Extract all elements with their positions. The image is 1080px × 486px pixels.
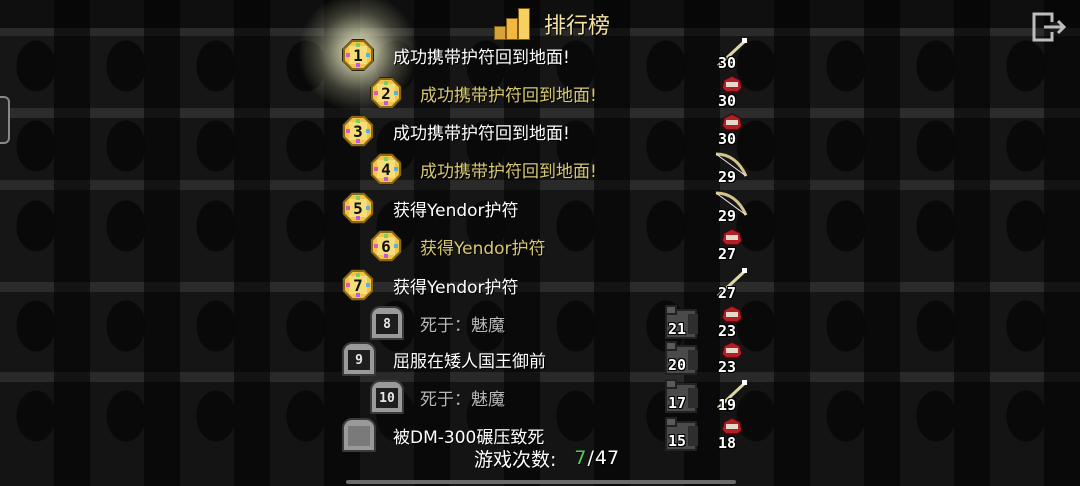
rank-number: 9 <box>348 350 370 370</box>
ranking-row[interactable]: 9 屈服在矮人国王御前 20 23 <box>0 340 1080 378</box>
record-description: 获得Yendor护符 <box>393 201 519 221</box>
amulet-rank-badge-icon: 4 <box>368 151 404 187</box>
record-description: 成功携带护符回到地面! <box>393 48 570 68</box>
hero-level: 29 <box>718 168 737 186</box>
amulet-rank-badge-icon: 3 <box>340 113 376 149</box>
amulet-rank-badge-icon: 1 <box>340 37 376 73</box>
record-description: 死于：魅魔 <box>420 390 505 410</box>
amulet-rank-badge-icon: 7 <box>340 267 376 303</box>
rogue-hood-icon: 30 <box>712 112 752 148</box>
rank-number: 8 <box>376 314 398 334</box>
amulet-rank-badge-icon: 2 <box>368 75 404 111</box>
amulet-rank-badge-icon: 5 <box>340 190 376 226</box>
scrollbar[interactable] <box>346 480 736 484</box>
dungeon-depth-icon: 20 <box>664 340 704 376</box>
staff-icon: 19 <box>712 378 752 414</box>
ranking-row[interactable]: 4 成功携带护符回到地面! 29 <box>0 150 1080 188</box>
depth-number: 15 <box>668 432 687 450</box>
bow-icon: 29 <box>712 150 752 186</box>
hero-level: 30 <box>718 54 737 72</box>
staff-icon: 27 <box>712 266 752 302</box>
ranking-row[interactable]: 5 获得Yendor护符 29 <box>0 189 1080 227</box>
rank-number: 4 <box>381 159 391 179</box>
rankings-screen: 排行榜 1 成功携带护符回到地面! 30 2 成功携带护符回到地面! 30 3 成功携带护符回… <box>0 0 1080 486</box>
ranking-row[interactable]: 7 获得Yendor护符 27 <box>0 266 1080 304</box>
hero-level: 23 <box>718 358 737 376</box>
tombstone-rank-icon: 8 <box>370 306 404 340</box>
ranking-row[interactable]: 6 获得Yendor护符 27 <box>0 227 1080 265</box>
record-description: 成功携带护符回到地面! <box>420 162 597 182</box>
games-played-counter: 游戏次数: 7 / 47 <box>474 444 619 472</box>
games-total-count: 47 <box>594 447 620 469</box>
hero-level: 30 <box>718 92 737 110</box>
tombstone-rank-icon: 10 <box>370 380 404 414</box>
ranking-row[interactable]: 3 成功携带护符回到地面! 30 <box>0 112 1080 150</box>
rank-number <box>348 426 370 446</box>
record-description: 成功携带护符回到地面! <box>420 86 597 106</box>
hero-level: 27 <box>718 245 737 263</box>
rogue-hood-icon: 23 <box>712 304 752 340</box>
staff-icon: 30 <box>712 36 752 72</box>
games-played-label: 游戏次数: <box>474 448 557 471</box>
header: 排行榜 <box>0 0 1080 42</box>
ranking-row[interactable]: 2 成功携带护符回到地面! 30 <box>0 74 1080 112</box>
ranking-row[interactable]: 1 成功携带护符回到地面! 30 <box>0 36 1080 74</box>
record-description: 屈服在矮人国王御前 <box>393 352 546 372</box>
depth-number: 20 <box>668 356 687 374</box>
rogue-hood-icon: 30 <box>712 74 752 110</box>
depth-number: 21 <box>668 320 687 338</box>
rogue-hood-icon: 18 <box>712 416 752 452</box>
games-count-separator: / <box>587 447 594 469</box>
dungeon-depth-icon: 17 <box>664 378 704 414</box>
hero-level: 29 <box>718 207 737 225</box>
rank-number: 7 <box>353 275 363 295</box>
ranking-row[interactable]: 8 死于：魅魔 21 23 <box>0 304 1080 342</box>
rank-number: 5 <box>353 198 363 218</box>
record-description: 死于：魅魔 <box>420 316 505 336</box>
record-description: 获得Yendor护符 <box>420 239 546 259</box>
record-description: 成功携带护符回到地面! <box>393 124 570 144</box>
dungeon-depth-icon: 21 <box>664 304 704 340</box>
hero-level: 18 <box>718 434 737 452</box>
bow-icon: 29 <box>712 189 752 225</box>
rank-number: 10 <box>376 388 398 408</box>
hero-level: 30 <box>718 130 737 148</box>
games-won-count: 7 <box>574 447 587 469</box>
rogue-hood-icon: 27 <box>712 227 752 263</box>
tombstone-rank-icon <box>342 418 376 452</box>
rank-number: 6 <box>381 236 391 256</box>
tombstone-rank-icon: 9 <box>342 342 376 376</box>
hero-level: 27 <box>718 284 737 302</box>
rank-number: 2 <box>381 83 391 103</box>
hero-level: 19 <box>718 396 737 414</box>
rank-number: 3 <box>353 121 363 141</box>
record-description: 获得Yendor护符 <box>393 278 519 298</box>
depth-number: 17 <box>668 394 687 412</box>
hero-level: 23 <box>718 322 737 340</box>
rank-number: 1 <box>353 45 363 65</box>
amulet-rank-badge-icon: 6 <box>368 228 404 264</box>
dungeon-depth-icon: 15 <box>664 416 704 452</box>
ranking-row[interactable]: 10 死于：魅魔 17 19 <box>0 378 1080 416</box>
rogue-hood-icon: 23 <box>712 340 752 376</box>
